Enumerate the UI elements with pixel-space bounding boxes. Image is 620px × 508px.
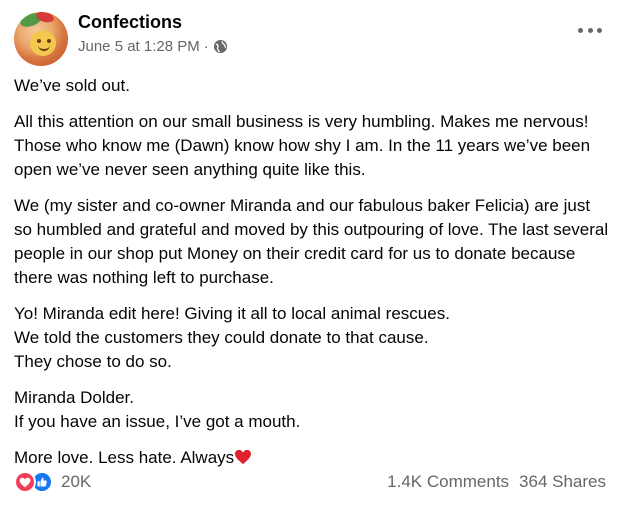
closing-text: More love. Less hate. Always [14,448,235,467]
post-paragraph: Miranda Dolder. If you have an issue, I’… [14,388,301,431]
meta-separator: · [203,38,209,55]
love-reaction-icon [14,471,36,493]
page-name[interactable]: Confections [78,12,182,33]
post-footer: 20K 1.4K Comments 364 Shares [14,470,606,494]
globe-icon[interactable] [213,39,228,54]
post-header: Confections June 5 at 1:28 PM · [14,10,606,66]
reactions-summary[interactable]: 20K [14,471,91,493]
post-paragraph: Yo! Miranda edit here! Giving it all to … [14,304,450,371]
post-paragraph: We (my sister and co-owner Miranda and o… [14,196,609,287]
closing-line: More love. Less hate. Always [14,446,610,470]
engagement-stats: 1.4K Comments 364 Shares [387,472,606,492]
post-body: We’ve sold out. All this attention on ou… [14,74,610,482]
post-paragraph: We’ve sold out. [14,76,130,95]
red-heart-icon [235,449,252,465]
reaction-count[interactable]: 20K [61,472,91,492]
more-options-icon[interactable] [578,20,602,40]
comments-count[interactable]: 1.4K Comments [387,472,509,492]
shares-count[interactable]: 364 Shares [519,472,606,492]
post-timestamp[interactable]: June 5 at 1:28 PM [78,38,200,55]
avatar[interactable] [14,12,68,66]
post-meta: June 5 at 1:28 PM · [78,38,228,55]
post-paragraph: All this attention on our small business… [14,112,591,179]
